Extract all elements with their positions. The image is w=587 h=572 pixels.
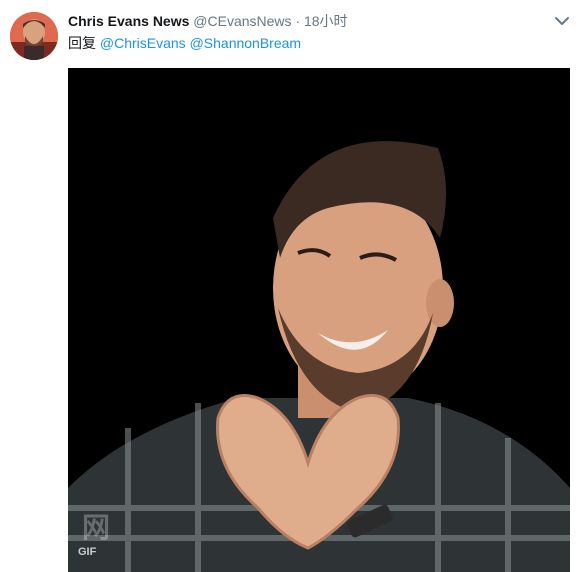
user-handle[interactable]: @CEvansNews	[193, 13, 291, 29]
display-name[interactable]: Chris Evans News	[68, 13, 189, 29]
reply-prefix: 回复	[68, 35, 96, 51]
avatar[interactable]	[10, 12, 58, 60]
gif-badge: GIF	[78, 546, 97, 558]
tweet-header: Chris Evans News @CEvansNews · 18小时	[68, 11, 547, 31]
mention-chrisevans[interactable]: @ChrisEvans	[100, 35, 186, 51]
mention-shannonbream[interactable]: @ShannonBream	[190, 35, 302, 51]
chevron-down-icon[interactable]	[553, 12, 571, 30]
separator-dot: ·	[295, 13, 301, 29]
reply-context: 回复 @ChrisEvans @ShannonBream	[68, 34, 301, 52]
tweet-media-gif[interactable]: 网 GIF	[68, 68, 570, 572]
timestamp[interactable]: 18小时	[304, 13, 348, 29]
watermark: 网	[82, 512, 112, 543]
